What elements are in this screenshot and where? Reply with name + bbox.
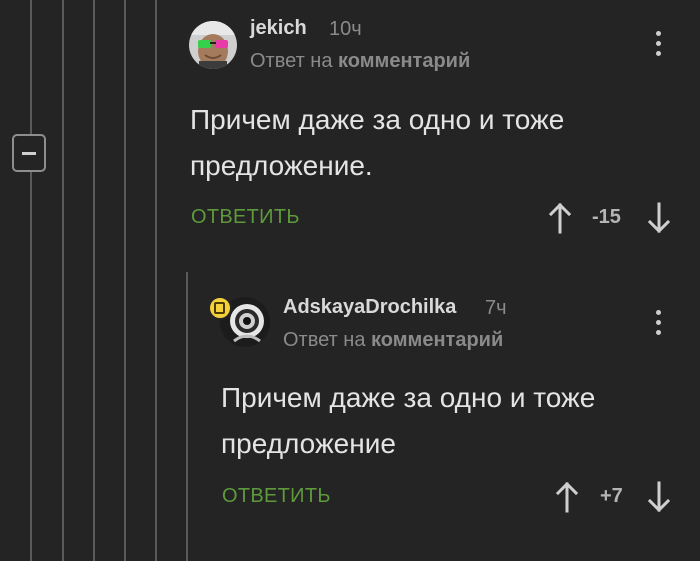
thread-line[interactable] [93,0,95,561]
more-vertical-icon[interactable] [655,31,663,61]
collapse-thread-button[interactable] [12,134,46,172]
comment-time: 7ч [485,297,507,319]
thread-line[interactable] [30,0,32,561]
comment-body: Причем даже за одно и тоже предложение [221,382,596,459]
thread-line[interactable] [124,0,126,561]
comment-author[interactable]: jekich [250,17,307,40]
user-avatar-icon [189,21,237,69]
reply-to-prefix: Ответ на [250,50,333,72]
comment-time: 10ч [329,18,362,40]
arrow-down-icon[interactable] [647,481,671,513]
reply-to-info: Ответ на комментарий [250,50,470,73]
thread-line[interactable] [186,272,188,561]
reply-button[interactable]: ОТВЕТИТЬ [191,206,300,229]
reply-to-prefix: Ответ на [283,329,366,351]
arrow-up-icon[interactable] [555,481,579,513]
comment-author[interactable]: AdskayaDrochilka [283,296,456,319]
reply-to-link[interactable]: комментарий [371,329,503,351]
arrow-up-icon[interactable] [548,202,572,234]
rating-value: +7 [600,485,623,507]
more-vertical-icon[interactable] [655,310,663,340]
badge-icon [208,296,232,320]
avatar[interactable] [189,21,237,69]
reply-button[interactable]: ОТВЕТИТЬ [222,485,331,508]
thread-line[interactable] [62,0,64,561]
reply-to-link[interactable]: комментарий [338,50,470,72]
reply-to-info: Ответ на комментарий [283,329,503,352]
thread-line[interactable] [155,0,157,561]
comment-body: Причем даже за одно и тоже предложение. [190,104,565,181]
comments-thread: jekich 10ч Ответ на комментарий Причем д… [0,0,700,561]
rating-value: -15 [592,206,621,228]
arrow-down-icon[interactable] [647,202,671,234]
